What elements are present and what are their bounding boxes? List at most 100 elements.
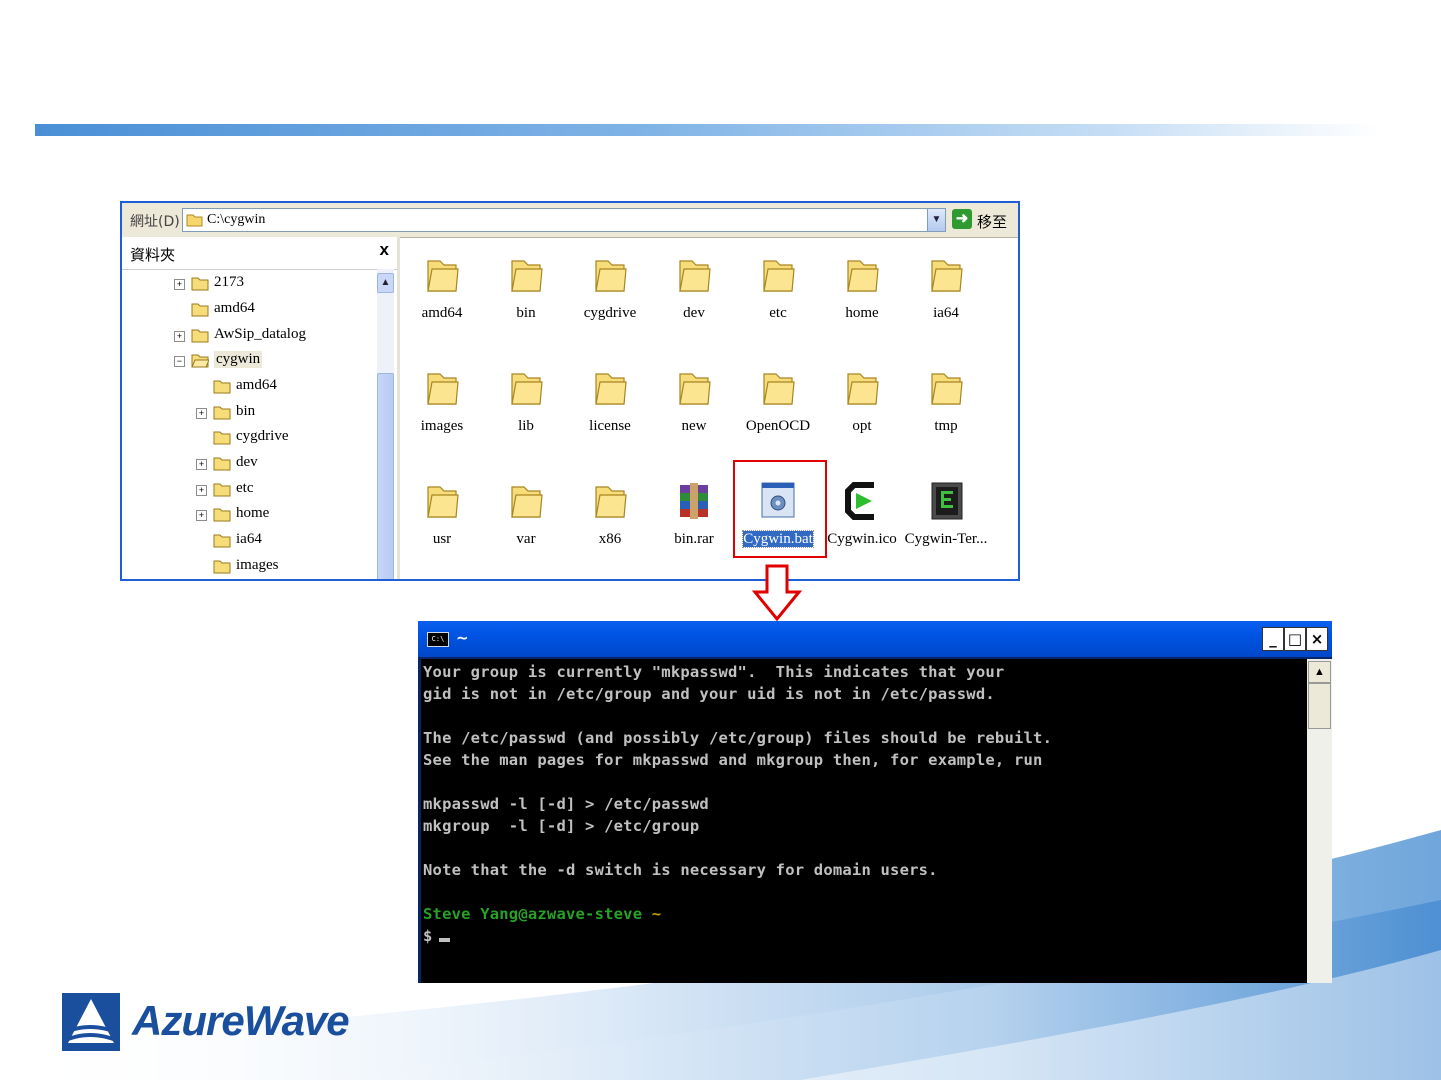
file-item[interactable]: etc	[736, 245, 820, 345]
folder-icon	[511, 486, 543, 518]
folder-pane-scrollbar[interactable]: ▲	[377, 269, 394, 579]
folder-icon	[213, 406, 231, 420]
address-input[interactable]: C:\cygwin ▼	[182, 208, 946, 232]
prompt-dir: ~	[651, 905, 662, 923]
file-item[interactable]: tmp	[904, 358, 988, 458]
scroll-thumb[interactable]	[377, 373, 394, 579]
terminal-window: C:\ ~ _ □ × Your group is currently "mkp…	[418, 621, 1332, 983]
folder-icon	[931, 260, 963, 292]
expand-icon[interactable]: +	[196, 408, 207, 419]
expand-icon[interactable]: +	[174, 279, 185, 290]
collapse-icon[interactable]: −	[174, 356, 185, 367]
folder-icon	[679, 260, 711, 292]
terminal-scrollbar[interactable]: ▲	[1307, 659, 1332, 983]
file-label: var	[484, 531, 568, 548]
expand-icon[interactable]: +	[174, 331, 185, 342]
rar-archive-icon	[680, 483, 708, 519]
go-arrow-icon: ➜	[952, 209, 972, 229]
file-item[interactable]: amd64	[400, 245, 484, 345]
file-item[interactable]: images	[400, 358, 484, 458]
file-label: tmp	[904, 418, 988, 435]
file-item[interactable]: Cygwin.ico	[820, 471, 904, 571]
scroll-thumb[interactable]	[1308, 683, 1331, 729]
folder-icon	[763, 373, 795, 405]
file-label: images	[400, 418, 484, 435]
file-label: OpenOCD	[736, 418, 820, 435]
file-item[interactable]: OpenOCD	[736, 358, 820, 458]
file-item[interactable]: new	[652, 358, 736, 458]
file-label: lib	[484, 418, 568, 435]
folder-icon	[213, 380, 231, 394]
file-item[interactable]: bin.rar	[652, 471, 736, 571]
tree-item-label: images	[236, 557, 279, 573]
file-label: usr	[400, 531, 484, 548]
tree-item-label: bin	[236, 403, 256, 419]
file-label: Cygwin-Ter...	[904, 531, 988, 548]
cygwin-logo-icon	[845, 482, 874, 520]
file-item[interactable]: cygdrive	[568, 245, 652, 345]
file-item[interactable]: lib	[484, 358, 568, 458]
address-value: C:\cygwin	[207, 212, 266, 227]
folder-icon	[213, 508, 231, 522]
folder-icon	[213, 483, 231, 497]
file-item[interactable]: bin	[484, 245, 568, 345]
file-item[interactable]: Cygwin-Ter...	[904, 471, 988, 571]
scroll-up-icon[interactable]: ▲	[1308, 661, 1331, 683]
tree-item-label: 2173	[214, 274, 244, 290]
highlight-box	[733, 460, 827, 558]
terminal-input-line[interactable]: $	[423, 927, 450, 945]
terminal-title-bar[interactable]: C:\ ~ _ □ ×	[418, 621, 1332, 657]
tree-item-label: cygdrive	[236, 428, 289, 444]
go-button[interactable]: ➜ 移至	[952, 208, 1014, 232]
terminal-line: Your group is currently "mkpasswd". This…	[423, 663, 1005, 681]
folder-icon	[213, 534, 231, 548]
close-icon[interactable]: x	[380, 240, 389, 260]
expand-icon[interactable]: +	[196, 459, 207, 470]
expand-icon[interactable]: +	[196, 510, 207, 521]
terminal-title: ~	[456, 629, 469, 647]
file-label-text: usr	[432, 531, 452, 547]
folder-icon	[213, 457, 231, 471]
file-item[interactable]: ia64	[904, 245, 988, 345]
folder-tree: + 2173 amd64 + AwSip_datalog − cygwin am…	[122, 269, 377, 579]
file-item[interactable]: var	[484, 471, 568, 571]
file-label-text: images	[420, 418, 464, 434]
file-label-text: Cygwin.ico	[827, 531, 897, 547]
folder-icon	[595, 260, 627, 292]
file-label: license	[568, 418, 652, 435]
expand-icon[interactable]: +	[196, 485, 207, 496]
file-label: etc	[736, 305, 820, 322]
folder-icon	[213, 560, 231, 574]
file-label-text: home	[845, 305, 879, 321]
address-bar: 網址(D) C:\cygwin ▼ ➜ 移至	[122, 203, 1018, 238]
file-item[interactable]: usr	[400, 471, 484, 571]
terminal-line: gid is not in /etc/group and your uid is…	[423, 685, 995, 703]
file-label: bin.rar	[652, 531, 736, 548]
folder-icon	[931, 373, 963, 405]
file-label-text: license	[589, 418, 631, 434]
maximize-button[interactable]: □	[1284, 627, 1306, 651]
close-button[interactable]: ×	[1306, 627, 1328, 651]
file-label-text: lib	[518, 418, 534, 434]
tree-item-label: amd64	[236, 377, 277, 393]
folder-icon	[213, 431, 231, 445]
minimize-button[interactable]: _	[1262, 627, 1284, 651]
address-dropdown-button[interactable]: ▼	[927, 209, 945, 231]
tree-item-label: etc	[236, 480, 254, 496]
file-item[interactable]: opt	[820, 358, 904, 458]
file-item[interactable]: x86	[568, 471, 652, 571]
down-arrow-icon	[752, 564, 802, 622]
file-item[interactable]: dev	[652, 245, 736, 345]
file-item[interactable]: license	[568, 358, 652, 458]
file-item[interactable]: home	[820, 245, 904, 345]
folder-icon	[427, 373, 459, 405]
go-label: 移至	[977, 213, 1008, 231]
tree-item-label: home	[236, 505, 270, 521]
tree-item-label: dev	[236, 454, 258, 470]
terminal-output[interactable]: Your group is currently "mkpasswd". This…	[421, 659, 1307, 983]
file-label-text: ia64	[933, 305, 959, 321]
scroll-up-icon[interactable]: ▲	[377, 273, 394, 293]
tree-item-label: cygwin	[214, 351, 263, 368]
folder-icon	[763, 260, 795, 292]
tree-item-label: ia64	[236, 531, 262, 547]
